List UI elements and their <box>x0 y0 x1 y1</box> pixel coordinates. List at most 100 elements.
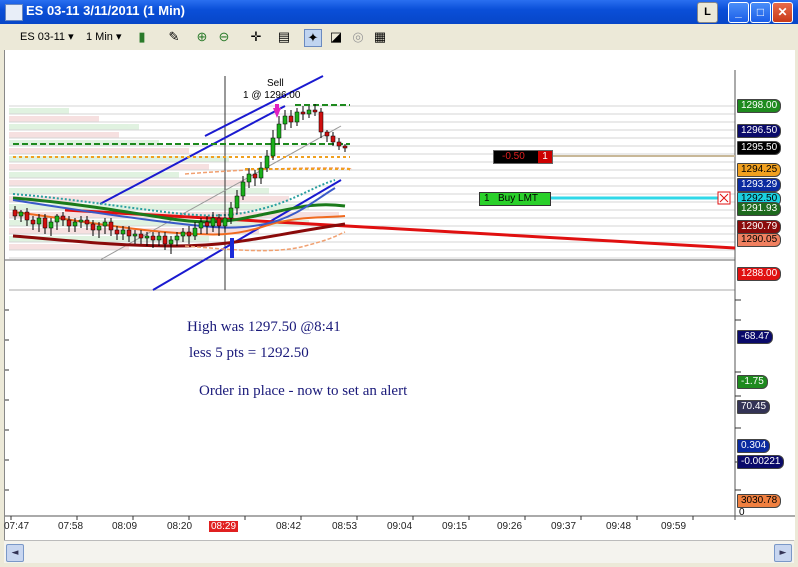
time-label: 08:09 <box>112 521 138 532</box>
scroll-left-button[interactable]: ◄ <box>6 544 24 562</box>
link-button[interactable]: L <box>697 2 718 23</box>
price-label: 1296.50 <box>737 124 782 138</box>
sell-arrow-stem <box>275 104 279 110</box>
candle-body <box>294 111 300 123</box>
indicator-zero-label: 0 <box>739 507 745 518</box>
time-label: 07:47 <box>4 521 30 532</box>
zoom-in-icon[interactable]: ⊕ <box>194 29 210 45</box>
candle-body <box>270 137 276 157</box>
close-button[interactable]: ✕ <box>772 2 793 23</box>
time-label: 09:59 <box>661 521 687 532</box>
candle-body <box>204 221 210 227</box>
time-cursor-label: 08:29 <box>209 521 239 532</box>
note-high: High was 1297.50 @8:41 <box>187 319 341 335</box>
price-label: 1294.25 <box>737 163 782 177</box>
candle-body <box>42 217 48 229</box>
time-label: 07:58 <box>58 521 84 532</box>
maximize-button[interactable]: □ <box>750 2 771 23</box>
price-label: 1298.00 <box>737 99 782 113</box>
data-box-icon[interactable]: ▦ <box>372 29 388 45</box>
candle-body <box>102 221 108 227</box>
candle-body <box>72 221 78 227</box>
indicators-icon[interactable]: ◪ <box>328 29 344 45</box>
candle-body <box>126 229 132 237</box>
candle-body <box>216 217 222 227</box>
candle-body <box>36 217 42 225</box>
candle-body <box>252 173 258 179</box>
candle-body <box>330 135 336 143</box>
time-label: 09:15 <box>442 521 468 532</box>
candle-body <box>150 235 156 241</box>
candle-body <box>318 111 324 133</box>
candle-body <box>312 109 318 113</box>
window-titlebar[interactable]: ES 03-11 3/11/2011 (1 Min) L _ □ ✕ <box>0 0 798 24</box>
volume-profile <box>9 108 339 250</box>
candle-body <box>156 235 162 241</box>
candle-body <box>30 219 36 225</box>
candle-body <box>114 229 120 235</box>
candle-body <box>336 141 342 147</box>
candle-body <box>18 211 24 217</box>
chart-trader-icon[interactable]: ✦ <box>304 29 322 47</box>
time-label: 08:20 <box>167 521 193 532</box>
candle-body <box>246 173 252 183</box>
buy-order-qty: 1 <box>484 193 490 204</box>
crosshair-icon[interactable]: ✛ <box>248 29 264 45</box>
sell-fill-label: 1 @ 1296.00 <box>243 90 301 101</box>
time-label: 09:04 <box>387 521 413 532</box>
note-target: less 5 pts = 1292.50 <box>189 345 309 361</box>
position-pnl: -0.50 <box>502 151 525 162</box>
interval-dropdown-icon: ▾ <box>115 31 122 43</box>
candle-body <box>210 217 216 227</box>
horizontal-scrollbar[interactable]: ◄ ► <box>4 540 794 563</box>
buy-limit-order[interactable]: 1 Buy LMT <box>479 192 551 206</box>
interval-label: 1 Min <box>86 31 113 43</box>
candle-body <box>162 235 168 245</box>
instrument-label: ES 03-11 <box>20 31 66 43</box>
price-label: 1290.79 <box>737 220 782 234</box>
interval-selector[interactable]: 1 Min ▾ <box>86 28 122 46</box>
properties-icon[interactable]: ▤ <box>276 29 292 45</box>
strategies-icon[interactable]: ◎ <box>350 29 366 45</box>
candle-body <box>186 231 192 237</box>
candle-body <box>168 239 174 245</box>
chart-app-icon <box>5 4 23 21</box>
time-label: 09:48 <box>606 521 632 532</box>
scroll-right-button[interactable]: ► <box>774 544 792 562</box>
indicator-value: -1.75 <box>737 375 768 389</box>
chart-panel[interactable]: Sell 1 @ 1296.00 1298.00 1296.50 1295.50 <box>4 50 795 540</box>
position-box[interactable]: -0.50 1 <box>493 150 553 164</box>
candle-body <box>300 111 306 115</box>
candle-body <box>264 155 270 169</box>
time-label: 08:42 <box>276 521 302 532</box>
draw-pencil-icon[interactable]: ✎ <box>166 29 182 45</box>
time-label: 09:26 <box>497 521 523 532</box>
price-label: 1291.93 <box>737 202 782 216</box>
candle-body <box>144 235 150 239</box>
candle-body <box>324 131 330 137</box>
candle-body <box>276 123 282 139</box>
candle-body <box>66 219 72 227</box>
zoom-out-icon[interactable]: ⊖ <box>216 29 232 45</box>
candle-body <box>48 221 54 229</box>
candlestick-style-icon[interactable]: ▮ <box>134 29 150 45</box>
buy-entry-arrow-icon <box>230 238 234 258</box>
minimize-button[interactable]: _ <box>728 2 749 23</box>
indicator-value: 70.45 <box>737 400 771 414</box>
time-axis-ticks <box>10 516 694 520</box>
candle-body <box>180 231 186 237</box>
time-label: 09:37 <box>551 521 577 532</box>
candle-body <box>228 207 234 219</box>
candle-body <box>60 215 66 221</box>
candle-body <box>84 219 90 225</box>
indicator-value: 0.304 <box>737 439 771 453</box>
candle-body <box>342 145 348 149</box>
instrument-dropdown-icon: ▾ <box>68 31 74 43</box>
time-label: 08:53 <box>332 521 358 532</box>
instrument-selector[interactable]: ES 03-11 ▾ <box>20 28 74 46</box>
candle-body <box>282 115 288 125</box>
candle-body <box>192 227 198 237</box>
moving-average-darkred <box>12 222 346 248</box>
price-label: 1290.05 <box>737 233 782 247</box>
candle-body <box>12 209 18 217</box>
